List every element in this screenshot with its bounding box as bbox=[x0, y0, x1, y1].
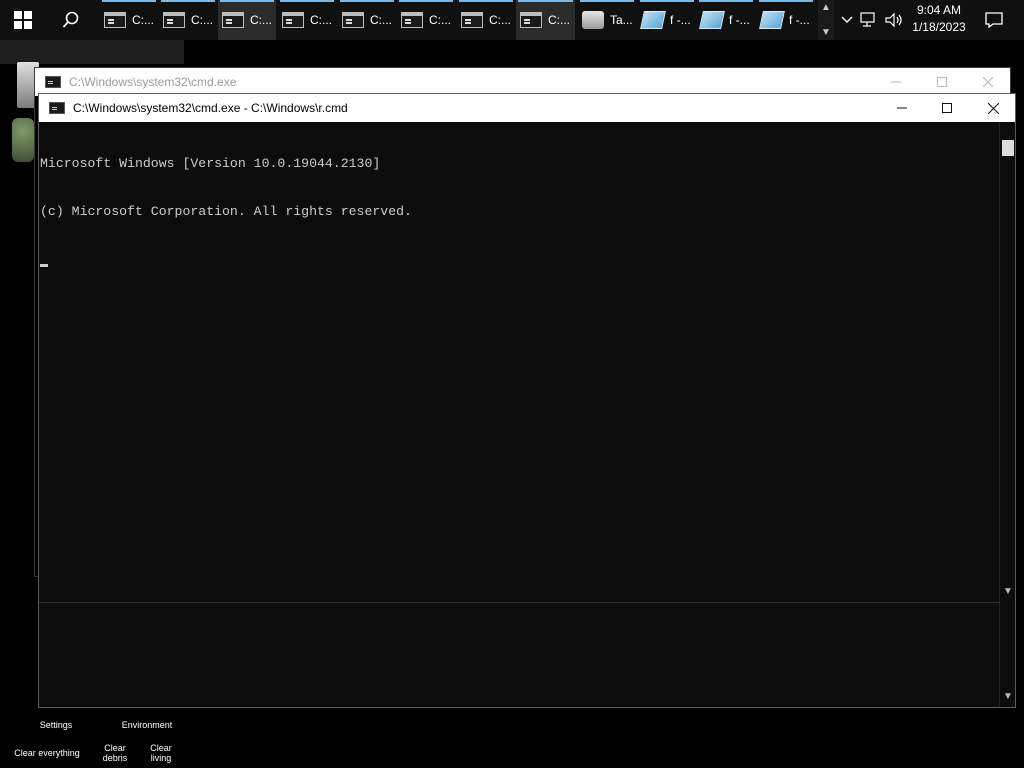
scrollbar-thumb[interactable] bbox=[1002, 140, 1014, 156]
document-icon bbox=[640, 11, 666, 29]
cmd-icon bbox=[282, 12, 304, 28]
taskbar-item-cmd[interactable]: C:... bbox=[397, 0, 455, 40]
search-icon bbox=[62, 11, 79, 28]
network-icon[interactable] bbox=[860, 12, 878, 28]
cmd-icon bbox=[104, 12, 126, 28]
environment-button[interactable]: Environment bbox=[118, 720, 176, 730]
taskbar-item-cmd[interactable]: C:... bbox=[338, 0, 396, 40]
taskbar-item-document[interactable]: f -... bbox=[757, 0, 815, 40]
clear-living-button[interactable]: Clear living bbox=[146, 743, 176, 763]
cmd-icon bbox=[222, 12, 244, 28]
cmd-icon bbox=[401, 12, 423, 28]
taskbar: C:... C:... C:... C:... C:... C:... C:..… bbox=[0, 0, 1024, 40]
back-minimize-button[interactable] bbox=[873, 68, 919, 96]
console-cursor bbox=[40, 252, 1000, 270]
document-icon bbox=[759, 11, 785, 29]
taskbar-item-cmd[interactable]: C:... bbox=[278, 0, 336, 40]
notification-icon bbox=[985, 12, 1003, 28]
settings-button[interactable]: Settings bbox=[38, 720, 74, 730]
action-center-button[interactable] bbox=[976, 0, 1012, 40]
start-button[interactable] bbox=[0, 0, 46, 40]
front-window-titlebar[interactable]: C:\Windows\system32\cmd.exe - C:\Windows… bbox=[39, 94, 1015, 122]
console-line-version: Microsoft Windows [Version 10.0.19044.21… bbox=[40, 156, 381, 171]
task-manager-icon bbox=[582, 11, 604, 29]
back-window-titlebar[interactable]: C:\Windows\system32\cmd.exe bbox=[35, 68, 1010, 96]
cmd-icon bbox=[45, 76, 61, 88]
clear-everything-button[interactable]: Clear everything bbox=[10, 748, 84, 758]
chevron-down-icon[interactable]: ▼ bbox=[821, 27, 831, 38]
taskbar-item-cmd[interactable]: C:... bbox=[218, 0, 276, 40]
cmd-icon bbox=[342, 12, 364, 28]
console-scrollbar[interactable]: ▼ bbox=[999, 122, 1015, 602]
minimize-button[interactable] bbox=[879, 94, 925, 122]
taskbar-item-task-manager[interactable]: Ta... bbox=[578, 0, 636, 40]
back-window-title: C:\Windows\system32\cmd.exe bbox=[69, 75, 237, 89]
taskbar-item-document[interactable]: f -... bbox=[638, 0, 696, 40]
desktop-app-icon[interactable] bbox=[12, 118, 34, 162]
front-window-title: C:\Windows\system32\cmd.exe - C:\Windows… bbox=[73, 101, 348, 115]
taskbar-item-cmd[interactable]: C:... bbox=[516, 0, 575, 40]
clock-date: 1/18/2023 bbox=[912, 20, 966, 34]
search-button[interactable] bbox=[48, 0, 94, 40]
cmd-icon bbox=[49, 102, 65, 114]
chevron-down-icon bbox=[841, 16, 853, 23]
scroll-down-arrow-icon[interactable]: ▼ bbox=[1000, 689, 1016, 705]
back-close-button[interactable] bbox=[965, 68, 1011, 96]
document-icon bbox=[699, 11, 725, 29]
taskbar-item-cmd[interactable]: C:... bbox=[100, 0, 158, 40]
back-maximize-button[interactable] bbox=[919, 68, 965, 96]
taskbar-scroll[interactable]: ▲ ▼ bbox=[818, 0, 834, 40]
maximize-button[interactable] bbox=[924, 94, 970, 122]
lower-pane-scrollbar[interactable]: ▼ bbox=[999, 603, 1015, 707]
taskbar-item-cmd[interactable]: C:... bbox=[159, 0, 217, 40]
cmd-icon bbox=[520, 12, 542, 28]
taskbar-item-document[interactable]: f -... bbox=[697, 0, 755, 40]
cmd-icon bbox=[163, 12, 185, 28]
scroll-down-arrow-icon[interactable]: ▼ bbox=[1000, 584, 1016, 600]
show-hidden-icons-button[interactable] bbox=[838, 0, 856, 40]
cmd-window-front[interactable]: C:\Windows\system32\cmd.exe - C:\Windows… bbox=[38, 93, 1016, 708]
close-button[interactable] bbox=[970, 94, 1016, 122]
desktop-ghost-window bbox=[0, 40, 184, 64]
chevron-up-icon[interactable]: ▲ bbox=[821, 2, 831, 13]
console-lower-pane[interactable] bbox=[39, 603, 1000, 707]
taskbar-item-cmd[interactable]: C:... bbox=[457, 0, 515, 40]
windows-logo-icon bbox=[14, 11, 32, 29]
cmd-icon bbox=[461, 12, 483, 28]
clock-time: 9:04 AM bbox=[916, 3, 962, 17]
console-output[interactable]: Microsoft Windows [Version 10.0.19044.21… bbox=[39, 122, 1000, 602]
console-line-copyright: (c) Microsoft Corporation. All rights re… bbox=[40, 204, 412, 219]
clear-debris-button[interactable]: Clear debris bbox=[100, 743, 130, 763]
system-clock[interactable]: 9:04 AM 1/18/2023 bbox=[904, 2, 974, 38]
volume-icon[interactable] bbox=[884, 12, 904, 28]
